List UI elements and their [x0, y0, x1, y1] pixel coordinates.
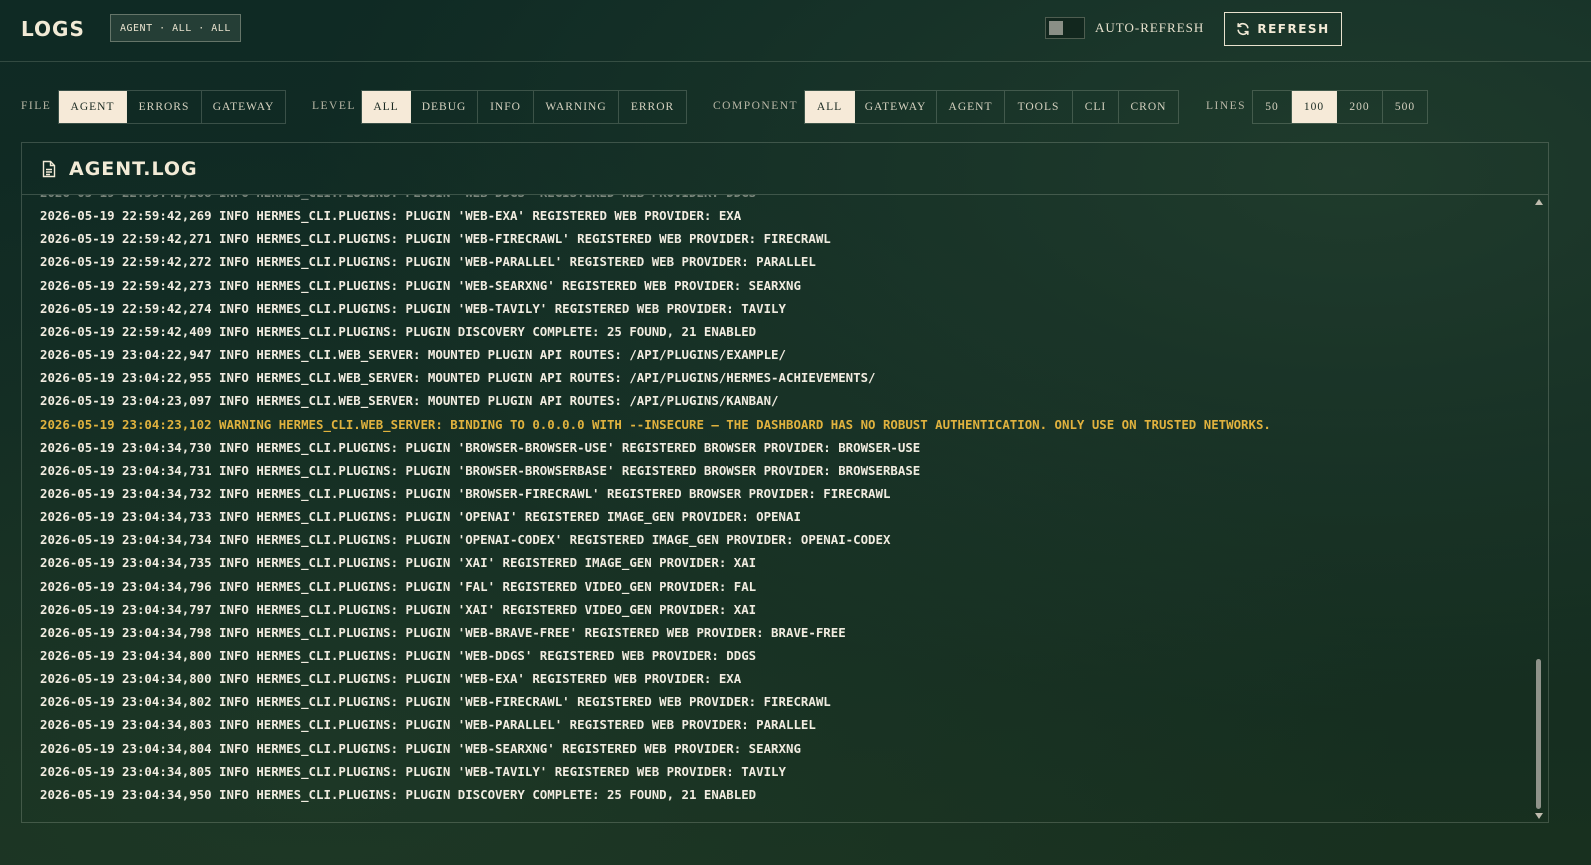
scroll-up-arrow-icon[interactable] [1535, 199, 1543, 205]
component-option-agent[interactable]: AGENT [937, 91, 1005, 123]
lines-option-100[interactable]: 100 [1292, 91, 1337, 123]
refresh-icon [1237, 22, 1249, 36]
header-bar: LOGS AGENT · ALL · ALL AUTO-REFRESH REFR… [0, 0, 1591, 62]
log-line: 2026-05-19 23:04:22,947 INFO HERMES_CLI.… [40, 347, 786, 362]
log-line: 2026-05-19 23:04:34,800 INFO HERMES_CLI.… [40, 648, 757, 663]
log-line: 2026-05-19 22:59:42,409 INFO HERMES_CLI.… [40, 323, 757, 339]
level-filter-label: LEVEL [312, 100, 356, 112]
scrollbar-thumb[interactable] [1536, 659, 1541, 809]
log-line: 2026-05-19 23:04:34,802 INFO HERMES_CLI.… [40, 694, 831, 710]
log-line: 2026-05-19 22:59:42,269 INFO HERMES_CLI.… [40, 208, 742, 224]
log-line: 2026-05-19 22:59:42,271 INFO HERMES_CLI.… [40, 231, 831, 247]
log-line: 2026-05-19 23:04:22,955 INFO HERMES_CLI.… [40, 370, 876, 386]
file-option-errors[interactable]: ERRORS [127, 91, 202, 123]
log-line: 2026-05-19 23:04:34,732 INFO HERMES_CLI.… [40, 485, 891, 501]
file-filter-label: FILE [21, 100, 52, 112]
page-title: LOGS [21, 17, 85, 41]
auto-refresh-toggle[interactable] [1045, 17, 1085, 39]
filter-bar: FILE AGENT ERRORS GATEWAY LEVEL ALL DEBU… [0, 90, 1591, 124]
lines-option-500[interactable]: 500 [1383, 91, 1427, 123]
component-option-all[interactable]: ALL [805, 91, 855, 123]
component-option-gateway[interactable]: GATEWAY [855, 91, 937, 123]
component-filter-group: ALL GATEWAY AGENT TOOLS CLI CRON [804, 90, 1179, 124]
log-panel-header: AGENT.LOG [22, 143, 1548, 195]
log-line: 2026-05-19 23:04:23,102 WARNING HERMES_C… [40, 416, 1271, 432]
lines-filter-label: LINES [1206, 100, 1247, 112]
log-line: 2026-05-19 23:04:34,803 INFO HERMES_CLI.… [40, 717, 816, 733]
level-option-warning[interactable]: WARNING [534, 91, 619, 123]
log-line: 2026-05-19 23:04:34,798 INFO HERMES_CLI.… [40, 624, 846, 640]
log-line: 2026-05-19 23:04:34,735 INFO HERMES_CLI.… [40, 555, 757, 571]
log-line: 2026-05-19 23:04:34,805 INFO HERMES_CLI.… [40, 763, 786, 779]
file-option-agent[interactable]: AGENT [59, 91, 127, 123]
file-filter-group: AGENT ERRORS GATEWAY [58, 90, 286, 124]
log-line: 2026-05-19 23:04:34,796 INFO HERMES_CLI.… [40, 578, 757, 594]
file-text-icon [42, 160, 56, 178]
log-line: 2026-05-19 22:59:42,272 INFO HERMES_CLI.… [40, 254, 816, 270]
component-option-cli[interactable]: CLI [1073, 91, 1119, 123]
log-line: 2026-05-19 23:04:34,731 INFO HERMES_CLI.… [40, 462, 921, 478]
level-filter-group: ALL DEBUG INFO WARNING ERROR [361, 90, 687, 124]
log-line: 2026-05-19 22:59:42,274 INFO HERMES_CLI.… [40, 300, 786, 316]
component-option-tools[interactable]: TOOLS [1005, 91, 1073, 123]
active-filter-badge: AGENT · ALL · ALL [110, 14, 241, 42]
toggle-knob [1049, 21, 1063, 35]
log-line: 2026-05-19 23:04:34,733 INFO HERMES_CLI.… [40, 509, 801, 525]
refresh-label: REFRESH [1257, 22, 1330, 36]
level-option-debug[interactable]: DEBUG [411, 91, 478, 123]
log-line: 2026-05-19 23:04:34,730 INFO HERMES_CLI.… [40, 439, 921, 455]
level-option-error[interactable]: ERROR [619, 91, 686, 123]
log-line: 2026-05-19 23:04:34,800 INFO HERMES_CLI.… [40, 671, 742, 687]
lines-option-50[interactable]: 50 [1253, 91, 1292, 123]
log-file-title: AGENT.LOG [69, 158, 198, 180]
lines-filter-group: 50 100 200 500 [1252, 90, 1428, 124]
level-option-info[interactable]: INFO [478, 91, 534, 123]
lines-option-200[interactable]: 200 [1337, 91, 1383, 123]
log-line: 2026-05-19 23:04:34,734 INFO HERMES_CLI.… [40, 532, 891, 548]
scroll-down-arrow-icon[interactable] [1535, 813, 1543, 819]
component-filter-label: COMPONENT [713, 100, 799, 112]
log-line: 2026-05-19 22:59:42,273 INFO HERMES_CLI.… [40, 277, 801, 293]
log-line: 2026-05-19 23:04:34,950 INFO HERMES_CLI.… [40, 786, 757, 802]
log-panel: AGENT.LOG 2026-05-19 22:59:42,268 INFO H… [21, 142, 1549, 823]
log-line: 2026-05-19 23:04:34,804 INFO HERMES_CLI.… [40, 740, 801, 756]
log-scrollbar[interactable] [1534, 197, 1544, 821]
auto-refresh-label: AUTO-REFRESH [1095, 20, 1205, 35]
component-option-cron[interactable]: CRON [1119, 91, 1178, 123]
log-line: 2026-05-19 23:04:23,097 INFO HERMES_CLI.… [40, 393, 779, 409]
file-option-gateway[interactable]: GATEWAY [202, 91, 285, 123]
log-line: 2026-05-19 22:59:42,268 INFO HERMES_CLI.… [40, 195, 756, 204]
refresh-button[interactable]: REFRESH [1224, 12, 1342, 46]
log-line: 2026-05-19 23:04:34,797 INFO HERMES_CLI.… [40, 601, 757, 617]
log-output[interactable]: 2026-05-19 22:59:42,268 INFO HERMES_CLI.… [22, 195, 1528, 822]
level-option-all[interactable]: ALL [362, 91, 411, 123]
